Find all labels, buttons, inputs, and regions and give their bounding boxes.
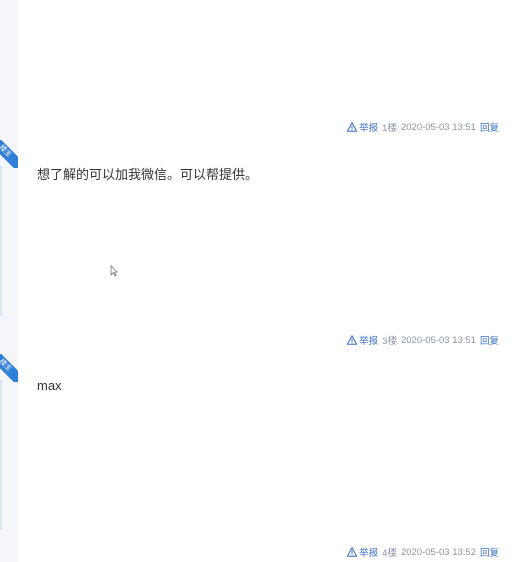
floor-number: 1楼: [382, 123, 397, 134]
comments-panel: [20, 0, 525, 562]
reply-link[interactable]: 回复: [480, 120, 499, 134]
floor-number: 3楼: [382, 336, 397, 347]
warning-icon: [347, 547, 358, 557]
mouse-cursor-icon: [110, 264, 118, 277]
report-link[interactable]: 举报: [347, 333, 378, 347]
post-body-text: 想了解的可以加我微信。可以帮提供。: [37, 167, 259, 182]
post-meta: 举报 1楼 2020-05-03 13:51 回复: [347, 120, 499, 134]
post-time: 2020-05-03 13:52: [400, 546, 476, 558]
report-label: 举报: [359, 336, 379, 347]
badge-rail: [0, 380, 2, 530]
op-badge: 楼主: [0, 354, 18, 382]
op-badge: 楼主: [0, 140, 18, 168]
post-body-text: max: [37, 378, 62, 393]
warning-icon: [347, 335, 358, 345]
post-meta: 举报 3楼 2020-05-03 13:51 回复: [347, 333, 499, 347]
floor-number: 4楼: [382, 548, 397, 559]
report-label: 举报: [359, 548, 379, 559]
post-meta: 举报 4楼 2020-05-03 13:52 回复: [347, 545, 499, 559]
report-link[interactable]: 举报: [347, 545, 378, 559]
report-link[interactable]: 举报: [347, 120, 378, 134]
post-time: 2020-05-03 13:51: [400, 334, 476, 346]
report-label: 举报: [359, 123, 379, 134]
reply-link[interactable]: 回复: [480, 333, 499, 347]
left-sidebar-strip: [0, 0, 18, 562]
badge-rail: [0, 166, 2, 316]
reply-link[interactable]: 回复: [480, 545, 499, 559]
warning-icon: [347, 122, 358, 132]
post-time: 2020-05-03 13:51: [400, 121, 476, 133]
